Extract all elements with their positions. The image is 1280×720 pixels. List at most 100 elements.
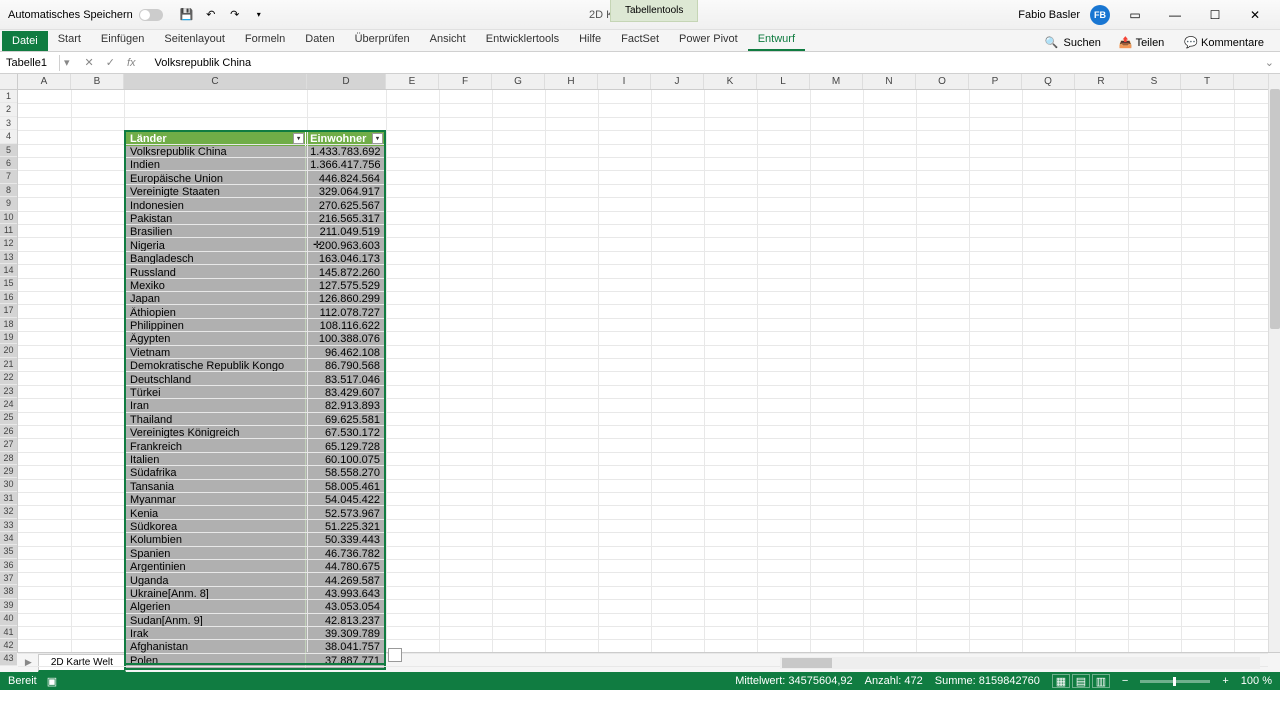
row-header[interactable]: 20 xyxy=(0,344,17,357)
col-header[interactable]: N xyxy=(863,74,916,89)
minimize-icon[interactable]: — xyxy=(1160,5,1190,25)
filter-icon[interactable]: ▾ xyxy=(293,133,304,144)
tab-datei[interactable]: Datei xyxy=(2,31,48,51)
row-header[interactable]: 17 xyxy=(0,304,17,317)
macro-record-icon[interactable]: ▣ xyxy=(47,675,57,688)
tab-factset[interactable]: FactSet xyxy=(611,29,669,51)
tab-entwicklertools[interactable]: Entwicklertools xyxy=(476,29,569,51)
zoom-in-icon[interactable]: + xyxy=(1222,675,1228,687)
row-header[interactable]: 18 xyxy=(0,318,17,331)
row-header[interactable]: 14 xyxy=(0,264,17,277)
row-header[interactable]: 25 xyxy=(0,411,17,424)
row-header[interactable]: 16 xyxy=(0,291,17,304)
row-header[interactable]: 39 xyxy=(0,599,17,612)
row-header[interactable]: 5 xyxy=(0,144,17,157)
sheet-tab[interactable]: 2D Karte Welt xyxy=(38,654,126,672)
row-header[interactable]: 6 xyxy=(0,157,17,170)
col-header[interactable]: M xyxy=(810,74,863,89)
col-header[interactable]: B xyxy=(71,74,124,89)
tab-ansicht[interactable]: Ansicht xyxy=(420,29,476,51)
row-header[interactable]: 7 xyxy=(0,170,17,183)
col-header[interactable]: E xyxy=(386,74,439,89)
row-header[interactable]: 22 xyxy=(0,371,17,384)
col-header[interactable]: G xyxy=(492,74,545,89)
col-header[interactable]: R xyxy=(1075,74,1128,89)
horizontal-scrollbar[interactable] xyxy=(780,657,1260,669)
undo-icon[interactable]: ↶ xyxy=(203,7,219,23)
tab-einfügen[interactable]: Einfügen xyxy=(91,29,154,51)
row-header[interactable]: 36 xyxy=(0,559,17,572)
row-header[interactable]: 34 xyxy=(0,532,17,545)
col-header[interactable]: Q xyxy=(1022,74,1075,89)
row-header[interactable]: 28 xyxy=(0,452,17,465)
comments-button[interactable]: 💬Kommentare xyxy=(1176,34,1272,51)
col-header[interactable]: L xyxy=(757,74,810,89)
col-header[interactable]: C xyxy=(124,74,307,89)
col-header[interactable]: P xyxy=(969,74,1022,89)
row-header[interactable]: 41 xyxy=(0,626,17,639)
row-header[interactable]: 26 xyxy=(0,425,17,438)
view-normal-icon[interactable]: ▦ xyxy=(1052,674,1070,688)
row-header[interactable]: 11 xyxy=(0,224,17,237)
col-header[interactable]: S xyxy=(1128,74,1181,89)
tab-start[interactable]: Start xyxy=(48,29,91,51)
col-header[interactable]: H xyxy=(545,74,598,89)
fx-icon[interactable]: fx xyxy=(124,57,139,69)
row-header[interactable]: 32 xyxy=(0,505,17,518)
share-button[interactable]: 📤Teilen xyxy=(1111,34,1172,51)
view-pagebreak-icon[interactable]: ▥ xyxy=(1092,674,1110,688)
row-header[interactable]: 27 xyxy=(0,438,17,451)
maximize-icon[interactable]: ☐ xyxy=(1200,5,1230,25)
col-header[interactable]: J xyxy=(651,74,704,89)
row-header[interactable]: 30 xyxy=(0,478,17,491)
customize-qat-icon[interactable]: ▾ xyxy=(251,7,267,23)
row-header[interactable]: 8 xyxy=(0,184,17,197)
zoom-slider[interactable] xyxy=(1140,680,1210,683)
row-header[interactable]: 37 xyxy=(0,572,17,585)
col-header[interactable]: K xyxy=(704,74,757,89)
cancel-formula-icon[interactable]: ✕ xyxy=(82,56,97,69)
col-header[interactable]: T xyxy=(1181,74,1234,89)
row-header[interactable]: 10 xyxy=(0,211,17,224)
row-header[interactable]: 15 xyxy=(0,277,17,290)
zoom-level[interactable]: 100 % xyxy=(1241,675,1272,687)
tab-daten[interactable]: Daten xyxy=(295,29,344,51)
tab-entwurf[interactable]: Entwurf xyxy=(748,29,805,51)
autosave-toggle[interactable] xyxy=(139,9,163,21)
row-header[interactable]: 31 xyxy=(0,492,17,505)
row-header[interactable]: 38 xyxy=(0,585,17,598)
row-header[interactable]: 23 xyxy=(0,385,17,398)
row-header[interactable]: 42 xyxy=(0,639,17,652)
view-pagelayout-icon[interactable]: ▤ xyxy=(1072,674,1090,688)
zoom-out-icon[interactable]: − xyxy=(1122,675,1128,687)
row-header[interactable]: 40 xyxy=(0,612,17,625)
col-header[interactable]: D xyxy=(307,74,386,89)
col-header[interactable]: I xyxy=(598,74,651,89)
quick-analysis-icon[interactable] xyxy=(388,648,402,662)
redo-icon[interactable]: ↷ xyxy=(227,7,243,23)
namebox-dropdown-icon[interactable]: ▾ xyxy=(60,56,74,69)
col-header[interactable]: F xyxy=(439,74,492,89)
row-header[interactable]: 4 xyxy=(0,130,17,143)
accept-formula-icon[interactable]: ✓ xyxy=(103,56,118,69)
save-icon[interactable]: 💾 xyxy=(179,7,195,23)
avatar[interactable]: FB xyxy=(1090,5,1110,25)
row-header[interactable]: 3 xyxy=(0,117,17,130)
close-icon[interactable]: ✕ xyxy=(1240,5,1270,25)
row-header[interactable]: 19 xyxy=(0,331,17,344)
col-header[interactable]: O xyxy=(916,74,969,89)
row-header[interactable]: 24 xyxy=(0,398,17,411)
row-header[interactable]: 29 xyxy=(0,465,17,478)
search-input[interactable]: 🔍 Suchen xyxy=(1039,36,1107,49)
tab-überprüfen[interactable]: Überprüfen xyxy=(345,29,420,51)
tab-formeln[interactable]: Formeln xyxy=(235,29,295,51)
row-header[interactable]: 2 xyxy=(0,103,17,116)
row-header[interactable]: 1 xyxy=(0,90,17,103)
col-header[interactable]: A xyxy=(18,74,71,89)
filter-icon[interactable]: ▾ xyxy=(372,133,383,144)
tab-hilfe[interactable]: Hilfe xyxy=(569,29,611,51)
row-header[interactable]: 21 xyxy=(0,358,17,371)
formula-bar[interactable]: Volksrepublik China xyxy=(147,55,1259,71)
row-header[interactable]: 12 xyxy=(0,237,17,250)
tab-seitenlayout[interactable]: Seitenlayout xyxy=(154,29,235,51)
